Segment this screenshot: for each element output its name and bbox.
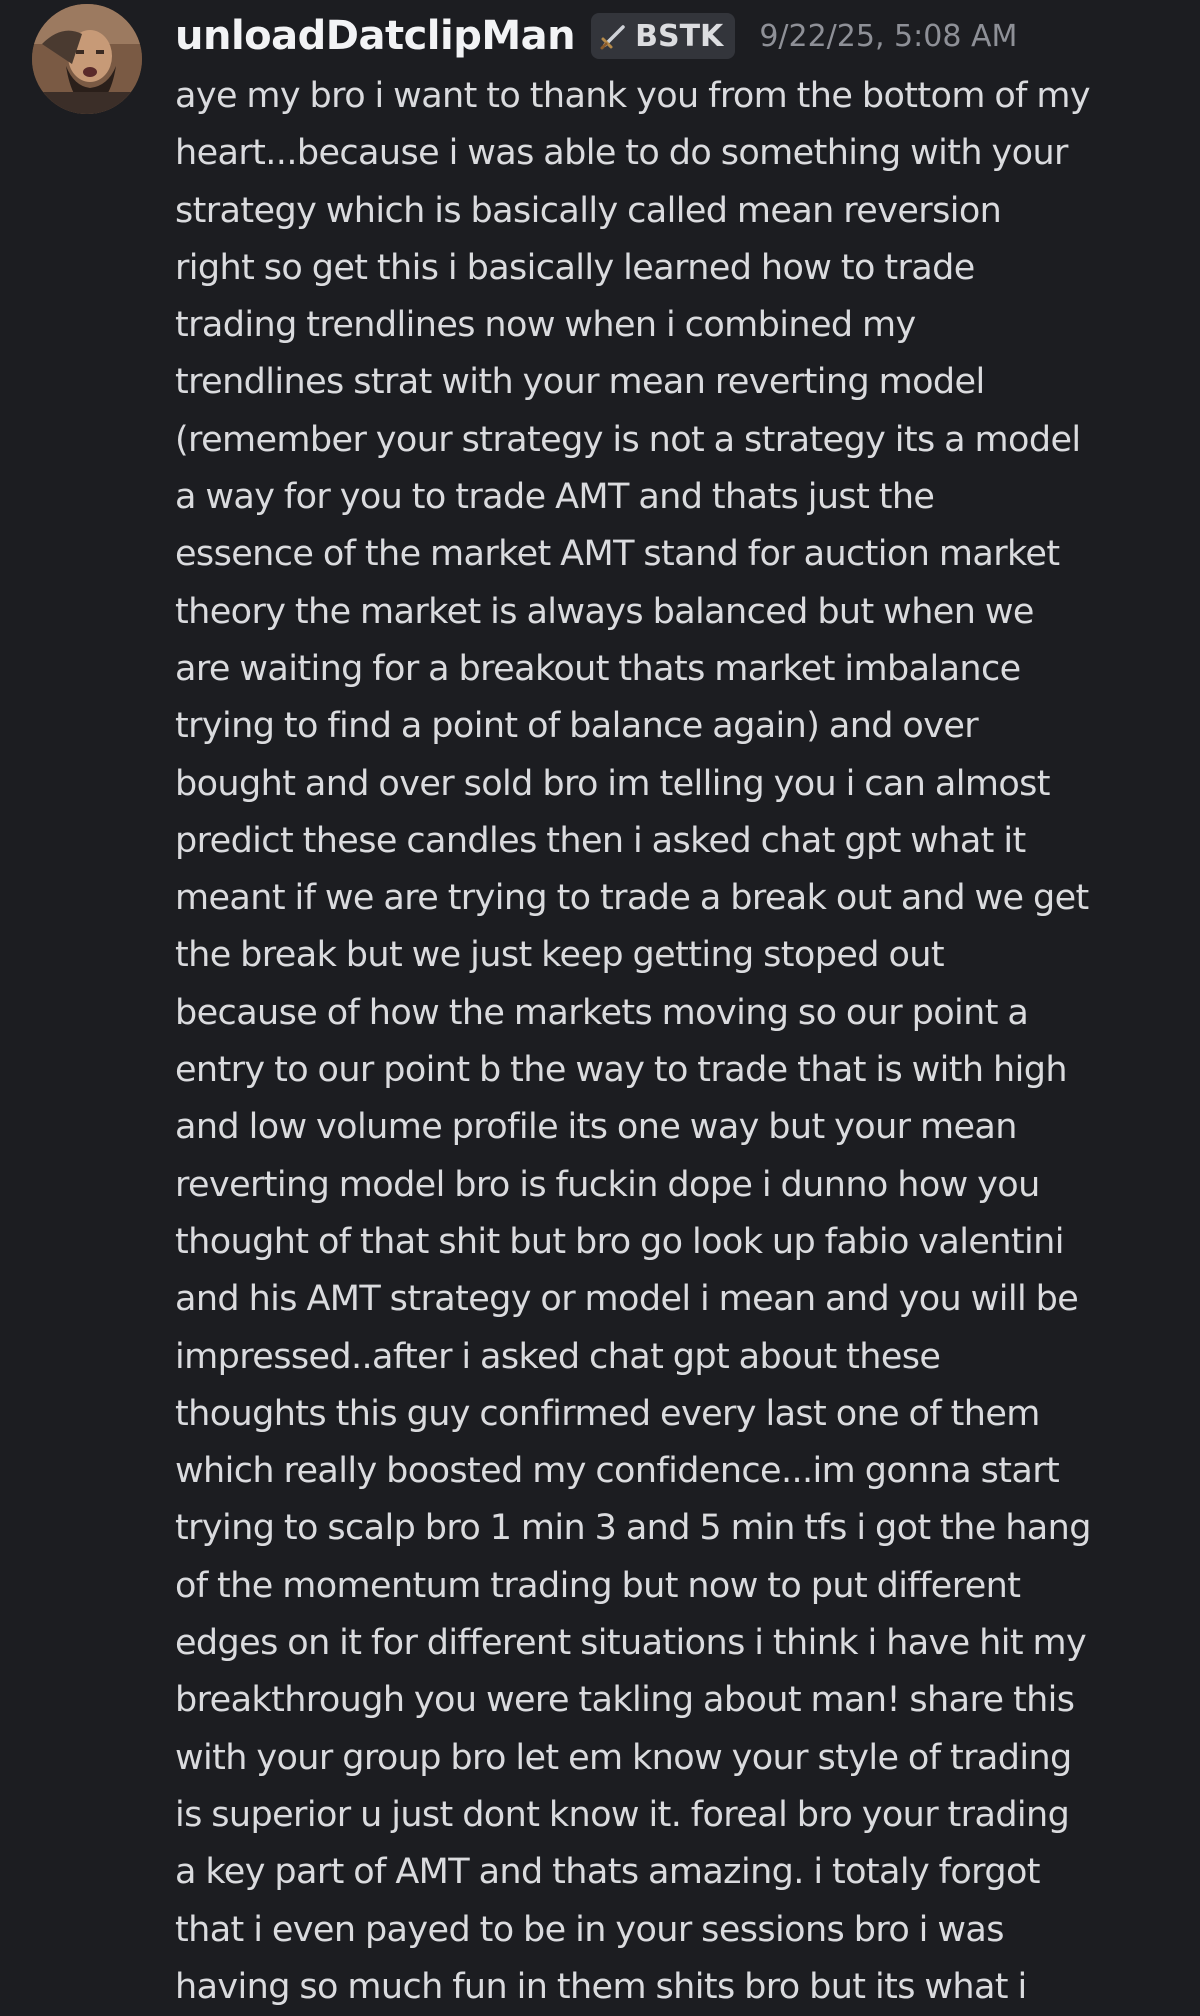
message-timestamp: 9/22/25, 5:08 AM [759, 18, 1018, 54]
message-line: trading trendlines now when i combined m… [175, 305, 916, 346]
message-line: that i even payed to be in your sessions… [175, 1909, 1004, 1950]
message-line: edges on it for different situations i t… [175, 1623, 1087, 1664]
author-name[interactable]: unloadDatclipMan [175, 13, 576, 59]
message-line: aye my bro i want to thank you from the … [175, 76, 1091, 116]
message-line: having so much fun in them shits bro but… [175, 1966, 1027, 2007]
message-line: thoughts this guy confirmed every last o… [175, 1393, 1040, 1434]
message-line: bought and over sold bro im telling you … [175, 763, 1051, 804]
message-line: theory the market is always balanced but… [175, 591, 1034, 632]
message-line: right so get this i basically learned ho… [175, 247, 975, 288]
message-line: heart...because i was able to do somethi… [175, 133, 1068, 174]
avatar-photo [32, 4, 142, 114]
message-line: thought of that shit but bro go look up … [175, 1221, 1064, 1262]
message-line: breakthrough you were takling about man!… [175, 1680, 1075, 1721]
message-line: with your group bro let em know your sty… [175, 1737, 1072, 1778]
message-line: predict these candles then i asked chat … [175, 820, 1026, 861]
message-line: (remember your strategy is not a strateg… [175, 419, 1081, 460]
message-line: trying to find a point of balance again)… [175, 706, 979, 747]
message-line: because of how the markets moving so our… [175, 992, 1029, 1033]
avatar[interactable] [32, 4, 142, 114]
message-line: of the momentum trading but now to put d… [175, 1565, 1021, 1606]
sword-icon [600, 25, 625, 50]
message-line: and low volume profile its one way but y… [175, 1107, 1017, 1148]
message-line: trying to scalp bro 1 min 3 and 5 min tf… [175, 1508, 1091, 1549]
message-line: essence of the market AMT stand for auct… [175, 534, 1060, 575]
message-line: reverting model bro is fuckin dope i dun… [175, 1164, 1040, 1205]
server-tag-label: BSTK [635, 18, 724, 54]
message-line: is superior u just dont know it. foreal … [175, 1794, 1070, 1835]
message-content: aye my bro i want to thank you from the … [175, 68, 1185, 2016]
message-line: which really boosted my confidence...im … [175, 1451, 1060, 1492]
message-line: are waiting for a breakout thats market … [175, 648, 1021, 689]
message-line: meant if we are trying to trade a break … [175, 878, 1089, 919]
message-line: trendlines strat with your mean revertin… [175, 362, 985, 403]
message-line: the break but we just keep getting stope… [175, 935, 945, 976]
chat-message: unloadDatclipMan BSTK 9/22/25, 5:08 AM a… [0, 0, 1200, 2007]
message-line: impressed..after i asked chat gpt about … [175, 1336, 941, 1377]
message-line: a way for you to trade AMT and thats jus… [175, 477, 935, 518]
message-header: unloadDatclipMan BSTK 9/22/25, 5:08 AM [175, 8, 1017, 64]
message-line: strategy which is basically called mean … [175, 190, 1002, 231]
message-line: entry to our point b the way to trade th… [175, 1050, 1068, 1091]
message-line: a key part of AMT and thats amazing. i t… [175, 1852, 1041, 1893]
message-line: and his AMT strategy or model i mean and… [175, 1279, 1079, 1320]
server-tag[interactable]: BSTK [591, 13, 736, 59]
